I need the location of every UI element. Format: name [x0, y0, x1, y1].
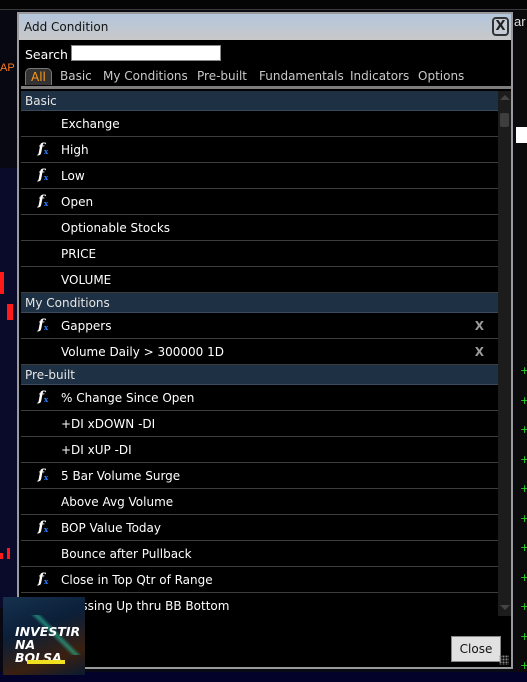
background-right-field: [516, 127, 527, 143]
condition-label: PRICE: [61, 247, 97, 261]
condition-label: Gappers: [61, 319, 112, 333]
condition-item[interactable]: Crossing Up thru BB Bottom: [21, 593, 498, 616]
formula-icon: fx: [38, 389, 49, 405]
formula-icon: fx: [38, 193, 49, 209]
category-tabs: All Basic My Conditions Pre-built Fundam…: [21, 68, 511, 89]
logo-text: INVESTIR NA BOLSA: [15, 625, 85, 664]
delete-condition-icon[interactable]: X: [475, 345, 484, 359]
condition-label: Close in Top Qtr of Range: [61, 573, 213, 587]
section-header: Pre-built: [21, 365, 498, 385]
background-plus-marker: +: [520, 393, 527, 407]
condition-item[interactable]: fx Close in Top Qtr of Range: [21, 567, 498, 593]
volume-bar: [7, 548, 10, 559]
background-plus-marker: +: [520, 570, 527, 584]
condition-item[interactable]: Bounce after Pullback: [21, 541, 498, 567]
condition-item[interactable]: fx Gappers X: [21, 313, 498, 339]
background-plus-marker: +: [520, 423, 527, 436]
dialog-title: Add Condition: [24, 20, 109, 34]
logo-tag: [27, 660, 65, 664]
background-plus-marker: +: [520, 659, 527, 672]
condition-item[interactable]: Exchange: [21, 111, 498, 137]
condition-label: Above Avg Volume: [61, 495, 174, 509]
tab-all[interactable]: All: [25, 68, 52, 85]
background-right-label: ar: [514, 14, 526, 29]
tab-pre-built[interactable]: Pre-built: [197, 69, 247, 83]
background-plus-marker: +: [520, 629, 527, 643]
condition-item[interactable]: fx High: [21, 137, 498, 163]
condition-label: +DI xDOWN -DI: [61, 417, 156, 431]
condition-label: Open: [61, 195, 94, 209]
condition-item[interactable]: PRICE: [21, 241, 498, 267]
condition-label: Exchange: [61, 117, 120, 131]
condition-label: Crossing Up thru BB Bottom: [61, 599, 230, 613]
background-plus-marker: +: [520, 541, 527, 554]
scroll-up-arrow-icon[interactable]: [500, 95, 510, 100]
condition-item[interactable]: fx 5 Bar Volume Surge: [21, 463, 498, 489]
tab-fundamentals[interactable]: Fundamentals: [259, 69, 344, 83]
section-header: Basic: [21, 91, 498, 111]
condition-item[interactable]: fx BOP Value Today: [21, 515, 498, 541]
background-plus-marker: +: [520, 482, 527, 495]
tab-options[interactable]: Options: [418, 69, 464, 83]
background-chart-label: AP: [0, 62, 15, 74]
condition-item[interactable]: fx % Change Since Open: [21, 385, 498, 411]
search-label: Search: [25, 47, 68, 62]
candle: [0, 272, 4, 294]
delete-condition-icon[interactable]: X: [475, 319, 484, 333]
close-icon[interactable]: X: [492, 17, 509, 36]
background-plus-marker: +: [520, 364, 527, 377]
condition-item[interactable]: VOLUME: [21, 267, 498, 293]
condition-item[interactable]: Above Avg Volume: [21, 489, 498, 515]
background-chart-area: [0, 168, 17, 608]
condition-label: +DI xUP -DI: [61, 443, 132, 457]
formula-icon: fx: [38, 141, 49, 157]
condition-item[interactable]: +DI xDOWN -DI: [21, 411, 498, 437]
condition-label: BOP Value Today: [61, 521, 161, 535]
formula-icon: fx: [38, 571, 49, 587]
condition-label: VOLUME: [61, 273, 112, 287]
condition-label: High: [61, 143, 89, 157]
condition-item[interactable]: Volume Daily > 300000 1D X: [21, 339, 498, 365]
tab-indicators[interactable]: Indicators: [350, 69, 409, 83]
condition-label: Volume Daily > 300000 1D: [61, 345, 224, 359]
volume-bar: [0, 553, 3, 559]
add-condition-dialog: Add Condition X Search All Basic My Cond…: [17, 12, 513, 669]
formula-icon: fx: [38, 167, 49, 183]
condition-label: Optionable Stocks: [61, 221, 171, 235]
formula-icon: fx: [38, 317, 49, 333]
scroll-down-arrow-icon[interactable]: [500, 605, 510, 610]
search-input[interactable]: [71, 45, 221, 61]
candle: [7, 304, 13, 320]
background-plus-marker: +: [520, 511, 527, 525]
condition-item[interactable]: +DI xUP -DI: [21, 437, 498, 463]
condition-item[interactable]: Optionable Stocks: [21, 215, 498, 241]
condition-list: Basic Exchange fx High fx Low fx Open Optionable…: [21, 91, 498, 616]
condition-label: Bounce after Pullback: [61, 547, 192, 561]
condition-label: Low: [61, 169, 85, 183]
condition-label: 5 Bar Volume Surge: [61, 469, 181, 483]
list-scrollbar[interactable]: [498, 91, 511, 616]
watermark-logo: INVESTIR NA BOLSA: [3, 597, 85, 675]
close-button[interactable]: Close: [451, 636, 501, 662]
scroll-thumb[interactable]: [500, 113, 509, 127]
condition-item[interactable]: fx Open: [21, 189, 498, 215]
dialog-titlebar[interactable]: Add Condition X: [19, 14, 511, 40]
background-top-bar: [0, 0, 527, 10]
background-plus-marker: +: [520, 600, 527, 613]
condition-label: % Change Since Open: [61, 391, 195, 405]
formula-icon: fx: [38, 519, 49, 535]
section-header: My Conditions: [21, 293, 498, 313]
condition-item[interactable]: fx Low: [21, 163, 498, 189]
tab-basic[interactable]: Basic: [60, 69, 92, 83]
resize-grip-icon[interactable]: [499, 655, 509, 665]
background-plus-marker: +: [520, 452, 527, 466]
formula-icon: fx: [38, 467, 49, 483]
tab-my-conditions[interactable]: My Conditions: [103, 69, 188, 83]
